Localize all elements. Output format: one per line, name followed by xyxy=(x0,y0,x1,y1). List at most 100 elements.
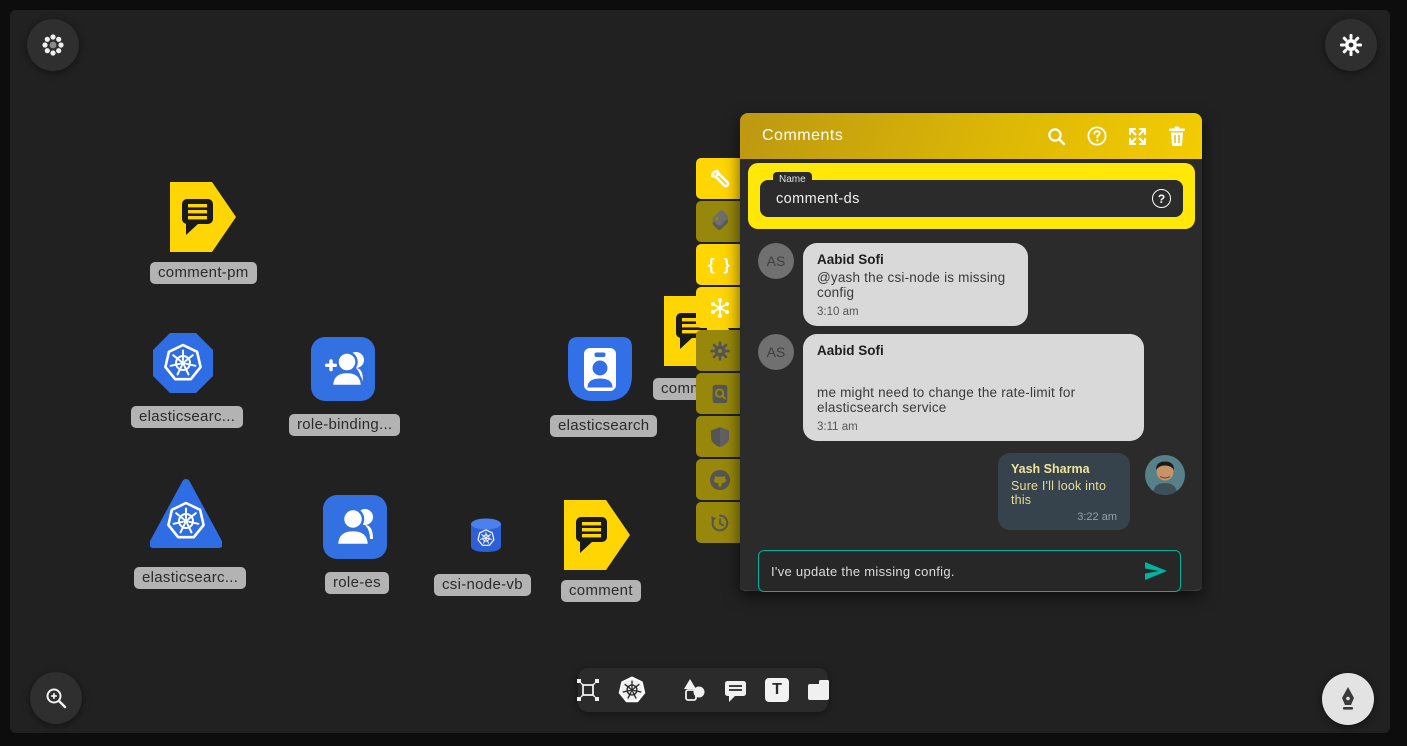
note-tool[interactable] xyxy=(806,678,831,702)
comments-panel-header[interactable]: Comments xyxy=(740,113,1202,159)
comment-icon xyxy=(723,678,748,703)
send-icon xyxy=(1144,561,1168,581)
tags-icon xyxy=(708,210,732,234)
mesh-hub-icon xyxy=(708,296,732,320)
message-text: @yash the csi-node is missing config xyxy=(817,270,1014,300)
node-label-elasticsearch-badge[interactable]: elasticsearch xyxy=(550,415,657,437)
message-row: AS Aabid Sofi @yash the csi-node is miss… xyxy=(758,243,1189,326)
toolbar-wrench-button[interactable] xyxy=(696,158,744,199)
name-help-icon[interactable]: ? xyxy=(1152,189,1171,208)
doc-search-icon xyxy=(709,383,731,405)
node-label-elasticsearch-octagon[interactable]: elasticsearc... xyxy=(131,406,243,428)
name-field-wrap: Name ? xyxy=(760,180,1183,217)
shield-icon xyxy=(710,426,730,448)
shapes-icon xyxy=(680,677,706,703)
node-elasticsearch-badge[interactable] xyxy=(568,337,632,406)
text-tool[interactable]: T xyxy=(765,678,789,702)
zoom-in-icon xyxy=(43,685,69,711)
node-label-elasticsearch-triangle[interactable]: elasticsearc... xyxy=(134,567,246,589)
message-bubble: Yash Sharma Sure I'll look into this 3:2… xyxy=(998,453,1130,530)
name-section: Name ? xyxy=(748,163,1195,229)
settings-button[interactable] xyxy=(1325,19,1377,71)
messages-list: AS Aabid Sofi @yash the csi-node is miss… xyxy=(740,229,1202,530)
message-text: me might need to change the rate-limit f… xyxy=(817,385,1130,415)
node-role-binding[interactable] xyxy=(311,337,375,406)
comment-pentagon-icon xyxy=(564,500,630,570)
shape-toolbar: T xyxy=(578,668,828,712)
node-comment-pm[interactable] xyxy=(170,182,236,257)
name-input[interactable] xyxy=(776,191,1152,207)
message-text: Sure I'll look into this xyxy=(1011,479,1117,507)
message-row: Yash Sharma Sure I'll look into this 3:2… xyxy=(758,453,1189,530)
toolbar-history-button[interactable] xyxy=(696,502,744,543)
avatar-photo xyxy=(1145,455,1185,495)
comments-panel: Comments xyxy=(740,113,1202,590)
node-label-comment-pm[interactable]: comment-pm xyxy=(150,262,257,284)
toolbar-braces-button[interactable]: { } xyxy=(696,244,744,285)
pen-nib-icon xyxy=(1335,685,1361,713)
pen-tool-button[interactable] xyxy=(1322,673,1374,725)
comment-pentagon-icon xyxy=(170,182,236,252)
avatar: AS xyxy=(758,243,794,279)
node-action-toolbar: { } xyxy=(696,158,744,543)
avatar: AS xyxy=(758,334,794,370)
k8s-triangle-icon xyxy=(150,478,222,550)
name-field-label: Name xyxy=(773,172,812,186)
message-time: 3:10 am xyxy=(817,306,1014,318)
toolbar-mesh-hub-button[interactable] xyxy=(696,287,744,328)
message-author: Aabid Sofi xyxy=(817,343,1130,358)
comment-tool[interactable] xyxy=(723,678,748,703)
node-elasticsearch-octagon[interactable] xyxy=(152,332,214,399)
message-author: Aabid Sofi xyxy=(817,252,1014,267)
message-author: Yash Sharma xyxy=(1011,462,1117,476)
node-elasticsearch-triangle[interactable] xyxy=(150,478,222,555)
shapes-tool[interactable] xyxy=(680,677,706,703)
message-row: AS Aabid Sofi me might need to change th… xyxy=(758,334,1189,441)
node-csi-node-vb[interactable] xyxy=(469,517,503,560)
node-label-csi-node-vb[interactable]: csi-node-vb xyxy=(434,574,531,596)
node-label-comment[interactable]: comment xyxy=(561,580,641,602)
toolbar-doc-search-button[interactable] xyxy=(696,373,744,414)
github-icon xyxy=(708,468,732,492)
meshery-flower-icon xyxy=(40,32,66,58)
help-icon[interactable] xyxy=(1087,126,1107,146)
message-bubble: Aabid Sofi me might need to change the r… xyxy=(803,334,1144,441)
composer xyxy=(758,550,1181,592)
message-time: 3:22 am xyxy=(1011,511,1117,523)
gear-icon xyxy=(709,340,731,362)
toolbar-tags-button[interactable] xyxy=(696,201,744,242)
search-icon[interactable] xyxy=(1047,127,1066,146)
node-role-es[interactable] xyxy=(323,495,387,564)
spacer xyxy=(817,358,1130,382)
composer-input[interactable] xyxy=(771,564,1144,579)
toolbar-shield-button[interactable] xyxy=(696,416,744,457)
user-photo xyxy=(1145,455,1185,495)
delete-icon[interactable] xyxy=(1168,126,1186,146)
node-label-role-binding[interactable]: role-binding... xyxy=(289,414,400,436)
send-button[interactable] xyxy=(1144,561,1168,581)
note-icon xyxy=(806,678,831,702)
node-comment[interactable] xyxy=(564,500,630,575)
gear-icon xyxy=(1339,33,1363,57)
history-icon xyxy=(709,512,731,534)
service-account-icon xyxy=(568,337,632,401)
panel-title: Comments xyxy=(762,127,1047,145)
role-binding-icon xyxy=(311,337,375,401)
message-time: 3:11 am xyxy=(817,421,1130,433)
zoom-button[interactable] xyxy=(30,672,82,724)
network-module-icon xyxy=(575,677,601,703)
k8s-octagon-icon xyxy=(152,332,214,394)
braces-icon: { } xyxy=(708,255,732,275)
toolbar-gear-button[interactable] xyxy=(696,330,744,371)
network-module-tool[interactable] xyxy=(575,677,601,703)
message-bubble: Aabid Sofi @yash the csi-node is missing… xyxy=(803,243,1028,326)
expand-icon[interactable] xyxy=(1128,127,1147,146)
kubernetes-tool[interactable] xyxy=(618,676,646,704)
k8s-cylinder-icon xyxy=(469,517,503,555)
toolbar-github-button[interactable] xyxy=(696,459,744,500)
kubernetes-icon xyxy=(618,676,646,704)
node-label-role-es[interactable]: role-es xyxy=(325,572,389,594)
wrench-icon xyxy=(709,168,731,190)
text-tool-icon: T xyxy=(765,678,789,702)
app-menu-button[interactable] xyxy=(27,19,79,71)
